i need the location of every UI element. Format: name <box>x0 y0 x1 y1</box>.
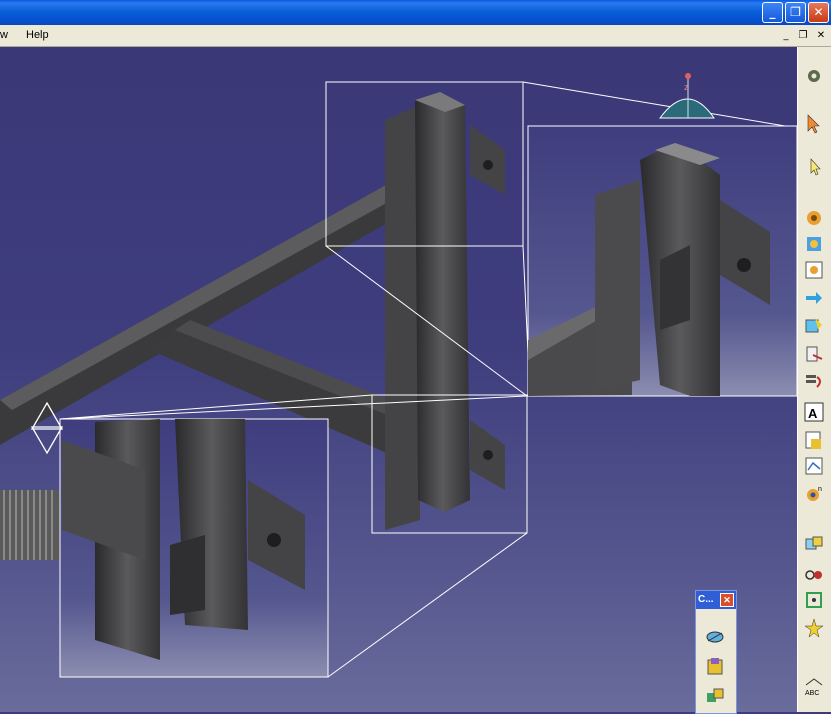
bill-of-material-icon[interactable] <box>803 429 825 451</box>
constraint-offset-icon[interactable] <box>803 589 825 611</box>
minimize-window-button[interactable]: _ <box>762 2 783 23</box>
bracket-rear-plate <box>385 105 420 530</box>
annotation-text-icon[interactable]: A <box>803 401 825 423</box>
constraint-angle-icon[interactable] <box>803 617 825 639</box>
doc-close-button[interactable]: ✕ <box>814 29 828 42</box>
svg-text:A: A <box>808 406 818 421</box>
svg-text:ABC: ABC <box>805 690 819 697</box>
inertia-icon[interactable] <box>704 655 726 677</box>
manipulate-icon[interactable] <box>803 343 825 365</box>
clash-icon[interactable] <box>704 685 726 707</box>
menu-help[interactable]: Help <box>26 29 49 41</box>
palette-close-button[interactable]: ✕ <box>720 593 734 607</box>
reorder-icon[interactable] <box>803 371 825 393</box>
restore-window-button[interactable]: ❐ <box>785 2 806 23</box>
snap-icon[interactable] <box>803 315 825 337</box>
assembly-scene[interactable]: z <box>0 47 797 712</box>
constraint-contact-icon[interactable] <box>803 561 825 583</box>
catalog-icon[interactable]: n <box>803 483 825 505</box>
main-beam-top <box>0 180 410 410</box>
palette-title-bar[interactable]: C... ✕ <box>696 591 736 609</box>
select-trap-icon[interactable] <box>803 155 825 177</box>
gear-icon[interactable] <box>803 65 825 87</box>
existing-component-icon[interactable] <box>803 259 825 281</box>
sketch-abc-icon[interactable]: ABC <box>803 675 825 697</box>
svg-text:n: n <box>818 486 822 493</box>
constraint-coincidence-icon[interactable] <box>803 533 825 555</box>
upper-tab <box>470 125 505 195</box>
menu-bar: w Help _ ❐ ✕ <box>0 25 831 47</box>
doc-minimize-button[interactable]: _ <box>779 29 793 42</box>
floating-toolbar-palette[interactable]: C... ✕ <box>695 590 737 714</box>
lower-magnified-view <box>59 418 329 678</box>
doc-restore-button[interactable]: ❐ <box>796 29 810 42</box>
close-window-button[interactable]: ✕ <box>808 2 829 23</box>
right-toolbar: A n ABC <box>797 47 831 712</box>
compass-z-label: z <box>684 82 689 92</box>
3d-viewport[interactable]: z <box>0 47 797 712</box>
upper-tab-hole <box>483 160 493 170</box>
select-arrow-icon[interactable] <box>803 113 825 135</box>
component-gear-icon[interactable] <box>803 233 825 255</box>
window-title-bar: _ ❐ ✕ <box>0 0 831 25</box>
assembly-gear-icon[interactable] <box>803 207 825 229</box>
measure-icon[interactable] <box>704 625 726 647</box>
lower-tab-hole <box>483 450 493 460</box>
palette-title: C... <box>698 594 714 605</box>
menu-window[interactable]: w <box>0 29 8 41</box>
bracket-channel <box>415 92 470 512</box>
scene-icon[interactable] <box>803 455 825 477</box>
move-component-icon[interactable] <box>803 287 825 309</box>
compass-icon: z <box>659 73 715 119</box>
upper-magnified-view <box>527 125 797 397</box>
